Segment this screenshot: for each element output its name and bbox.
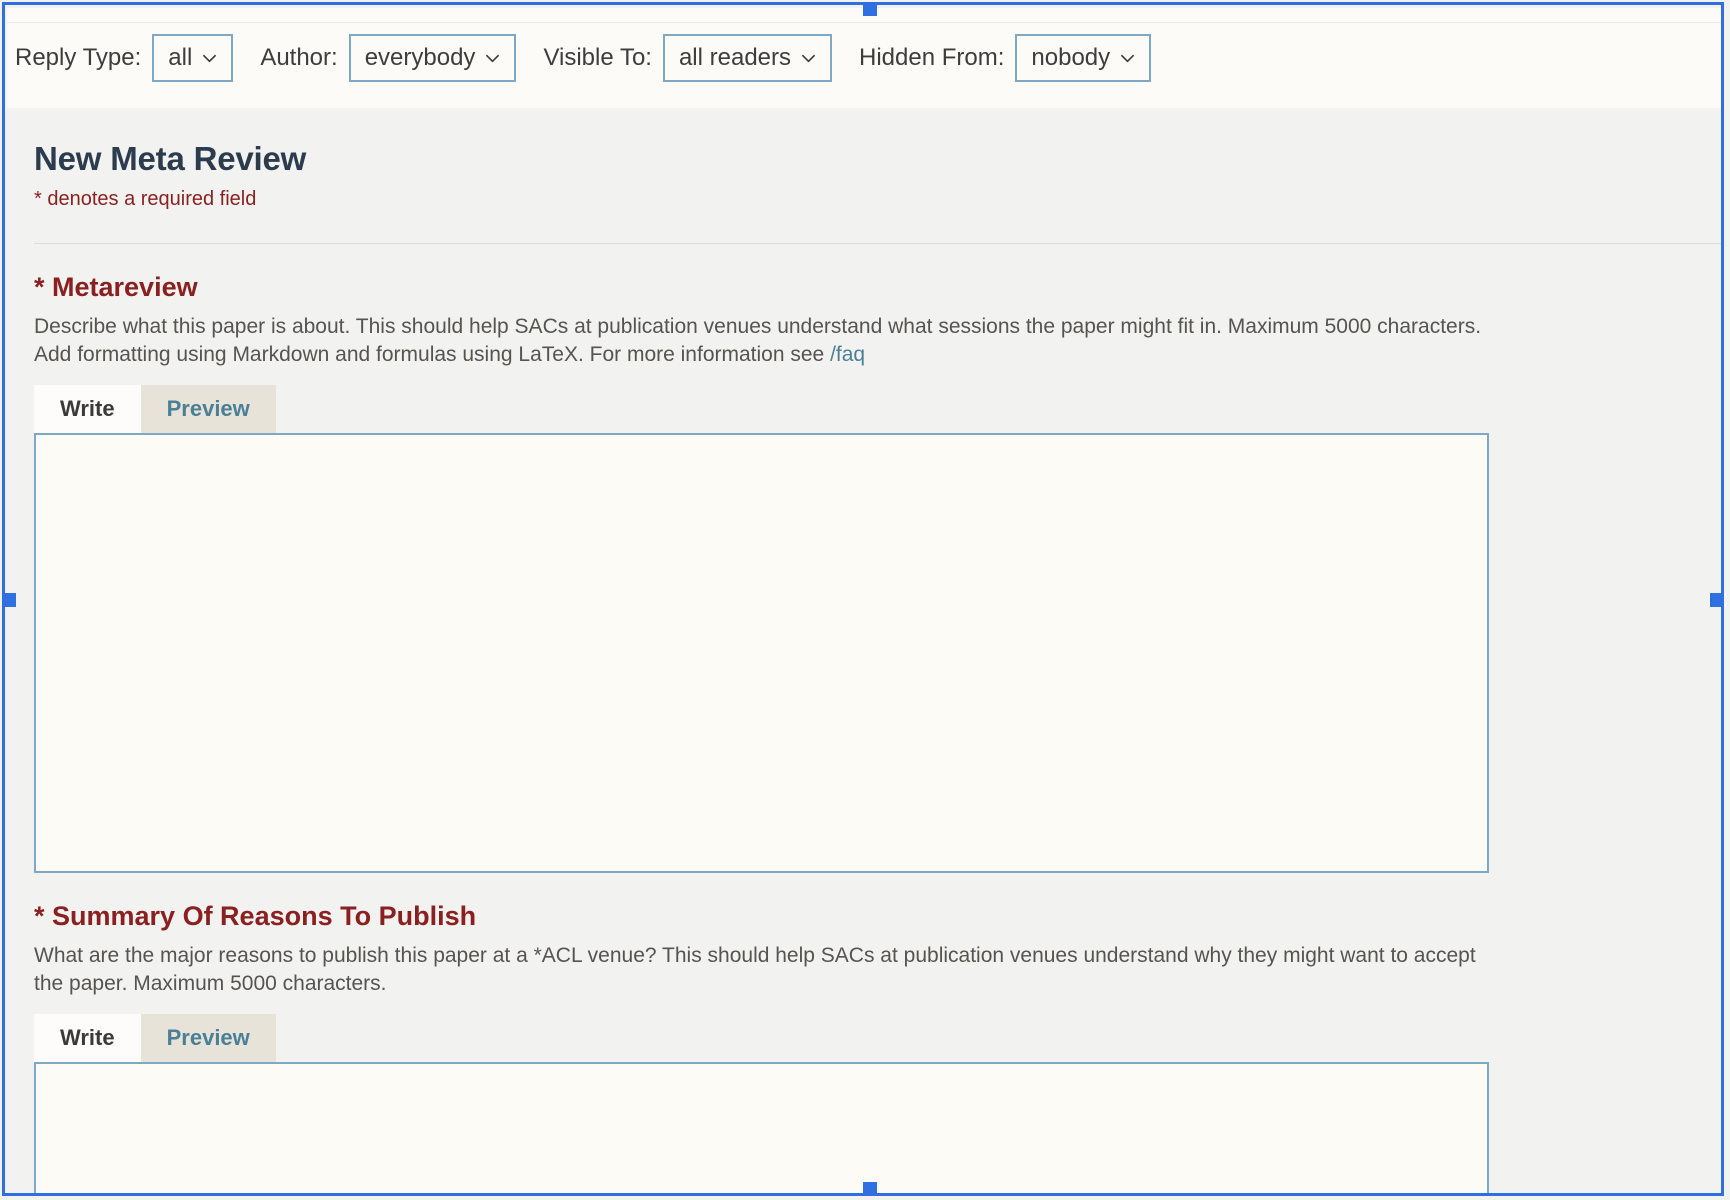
visible-to-value: all readers <box>678 44 792 71</box>
field-description-text: Describe what this paper is about. This … <box>34 315 1482 366</box>
page-title: New Meta Review <box>34 140 307 177</box>
chevron-down-icon <box>203 54 217 62</box>
chevron-down-icon <box>1121 54 1135 62</box>
required-field-note: * denotes a required field <box>34 188 257 210</box>
field-metareview: * Metareview Describe what this paper is… <box>7 244 1723 873</box>
chevron-down-icon <box>802 54 815 62</box>
filter-group-author: Author: everybody <box>260 34 538 82</box>
metareview-editor-wrap <box>34 432 1489 873</box>
field-summary-of-reasons-to-publish: * Summary Of Reasons To Publish What are… <box>7 873 1723 1193</box>
filter-group-hidden-from: Hidden From: nobody <box>859 34 1173 82</box>
reply-type-value: all <box>168 44 193 71</box>
form-header: New Meta Review * denotes a required fie… <box>7 120 1723 211</box>
editor-tabs-summary: Write Preview <box>34 1013 1723 1062</box>
visible-to-select[interactable]: all readers <box>662 34 833 82</box>
visible-to-label: Visible To: <box>543 44 652 71</box>
tab-write-summary[interactable]: Write <box>34 1013 141 1062</box>
hidden-from-value: nobody <box>1031 44 1111 71</box>
metareview-textarea[interactable] <box>34 432 1489 873</box>
field-label-summary-of-reasons: * Summary Of Reasons To Publish <box>34 900 477 931</box>
hidden-from-label: Hidden From: <box>859 44 1005 71</box>
author-select[interactable]: everybody <box>348 34 517 82</box>
hidden-from-select[interactable]: nobody <box>1015 34 1152 82</box>
reply-type-label: Reply Type: <box>15 44 142 71</box>
field-description-metareview: Describe what this paper is about. This … <box>34 313 1497 369</box>
field-label-metareview: * Metareview <box>34 272 198 302</box>
summary-textarea[interactable] <box>34 1061 1489 1193</box>
filter-bar-top-rule <box>7 22 1723 23</box>
author-value: everybody <box>364 44 476 71</box>
summary-editor-wrap <box>34 1061 1489 1193</box>
tab-write-metareview[interactable]: Write <box>34 384 141 433</box>
editor-tabs-metareview: Write Preview <box>34 384 1723 433</box>
tab-preview-summary[interactable]: Preview <box>140 1013 276 1062</box>
reply-type-select[interactable]: all <box>152 34 234 82</box>
meta-review-form-panel: New Meta Review * denotes a required fie… <box>7 120 1723 1193</box>
field-description-summary-of-reasons: What are the major reasons to publish th… <box>34 943 1476 995</box>
filter-group-visible-to: Visible To: all readers <box>543 34 854 82</box>
tab-preview-metareview[interactable]: Preview <box>140 384 276 433</box>
chevron-down-icon <box>486 54 500 62</box>
reply-filter-bar: Reply Type: all Author: everybody Visibl… <box>7 8 1723 108</box>
faq-link[interactable]: /faq <box>830 343 865 366</box>
filter-group-reply-type: Reply Type: all <box>15 34 255 82</box>
author-label: Author: <box>260 44 338 71</box>
